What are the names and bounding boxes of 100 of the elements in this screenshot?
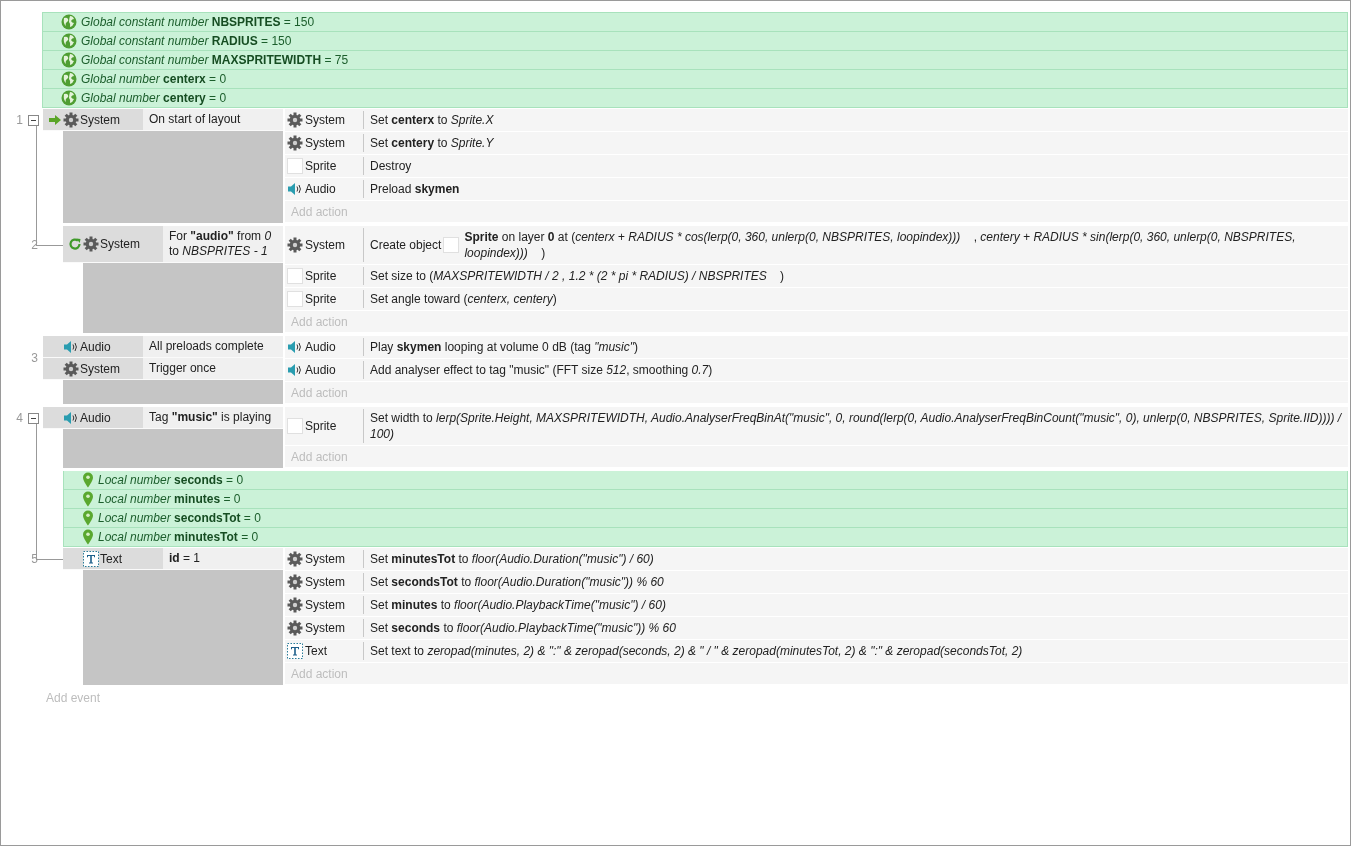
- action-row[interactable]: Sprite Set width to lerp(Sprite.Height, MAXSPRITEWIDTH, Audio.AnalyserFreqBinAt("music", 0, round(lerp(0, Audio.AnalyserFreqBinCount("music", 0), unlerp(0, NBSPRITES, Sprite.IID)))) / 100): [285, 407, 1348, 446]
- variable-text: Global number centery = 0: [81, 91, 227, 105]
- text-object-icon: [287, 643, 303, 659]
- global-variable-row[interactable]: Global number centery = 0: [42, 89, 1348, 108]
- action-text: Add analyser effect to tag "music" (FFT size 512, smoothing 0.7): [370, 362, 713, 378]
- globe-icon: [61, 14, 77, 30]
- object-name: System: [80, 112, 120, 127]
- event-number: 3: [31, 351, 39, 365]
- collapse-toggle[interactable]: [28, 114, 39, 126]
- condition-row[interactable]: Text id = 1: [63, 548, 283, 570]
- action-text: Sprite on layer 0 at (centerx + RADIUS * cos(lerp(0, 360, unlerp(0, NBSPRITES, loopindex))) , centery + RADIUS * sin(lerp(0, 360, unlerp(0, NBSPRITES, loopindex))) ): [464, 229, 1297, 261]
- speaker-icon: [287, 181, 303, 197]
- object-name: System: [305, 598, 345, 612]
- arrow-icon: [48, 113, 62, 126]
- action-row[interactable]: System Set seconds to floor(Audio.PlaybackTime("music")) % 60: [285, 617, 1348, 640]
- action-text: Play skymen looping at volume 0 dB (tag "music"): [370, 339, 638, 355]
- action-row[interactable]: System Set centerx to Sprite.X: [285, 109, 1348, 132]
- pin-icon: [82, 510, 94, 526]
- gear-icon: [287, 112, 303, 128]
- globe-icon: [61, 52, 77, 68]
- condition-row[interactable]: System For "audio" from 0 to NBSPRITES - 1: [63, 226, 283, 263]
- condition-row[interactable]: Audio Tag "music" is playing: [43, 407, 283, 429]
- variable-text: Global constant number NBSPRITES = 150: [81, 15, 315, 29]
- object-name: Text: [100, 551, 122, 566]
- action-row[interactable]: System Create object Sprite on layer 0 at (centerx + RADIUS * cos(lerp(0, 360, unlerp(0, NBSPRITES, loopindex))) , centery + RADIUS * sin(lerp(0, 360, unlerp(0, NBSPRITES, loopindex))) ): [285, 226, 1348, 265]
- pin-icon: [82, 491, 94, 507]
- global-variable-row[interactable]: Global constant number MAXSPRITEWIDTH = 75: [42, 51, 1348, 70]
- object-name: Audio: [305, 182, 336, 196]
- action-text: Set size to (MAXSPRITEWIDTH / 2 , 1.2 * (2 * pi * RADIUS) / NBSPRITES ): [370, 268, 785, 284]
- action-row[interactable]: Sprite Set angle toward (centerx, centery): [285, 288, 1348, 311]
- action-row[interactable]: System Set minutesTot to floor(Audio.Duration("music") / 60): [285, 548, 1348, 571]
- object-name: Sprite: [305, 292, 337, 306]
- condition-row[interactable]: System Trigger once: [43, 358, 283, 380]
- condition-row[interactable]: Audio All preloads complete: [43, 336, 283, 358]
- object-name: System: [305, 113, 345, 127]
- object-name: System: [305, 575, 345, 589]
- event-number: 1: [16, 113, 24, 127]
- global-variable-row[interactable]: Global constant number RADIUS = 150: [42, 32, 1348, 51]
- globe-icon: [61, 71, 77, 87]
- gear-icon: [287, 574, 303, 590]
- pin-icon: [82, 472, 94, 488]
- speaker-icon: [63, 338, 79, 355]
- object-name: Audio: [305, 340, 336, 354]
- condition-text: id = 1: [163, 548, 283, 569]
- gear-icon: [63, 360, 79, 377]
- sprite-icon: [443, 237, 460, 253]
- action-text: Destroy: [370, 158, 412, 174]
- object-name: Sprite: [305, 159, 337, 173]
- global-variable-row[interactable]: Global constant number NBSPRITES = 150: [42, 12, 1348, 32]
- action-row[interactable]: Audio Add analyser effect to tag "music" (FFT size 512, smoothing 0.7): [285, 359, 1348, 382]
- gear-icon: [287, 135, 303, 151]
- sprite-icon: [287, 158, 303, 174]
- gear-icon: [287, 237, 303, 253]
- local-variable-row[interactable]: Local number secondsTot = 0: [63, 509, 1348, 528]
- collapse-toggle[interactable]: [28, 412, 39, 424]
- action-row[interactable]: Audio Play skymen looping at volume 0 dB (tag "music"): [285, 336, 1348, 359]
- object-name: System: [100, 237, 140, 251]
- variable-text: Local number seconds = 0: [98, 473, 244, 487]
- globe-icon: [61, 33, 77, 49]
- condition-text: Trigger once: [143, 358, 283, 379]
- local-variable-row[interactable]: Local number minutes = 0: [63, 490, 1348, 509]
- action-row[interactable]: System Set minutes to floor(Audio.PlaybackTime("music") / 60): [285, 594, 1348, 617]
- gear-icon: [83, 236, 99, 252]
- action-text: Set width to lerp(Sprite.Height, MAXSPRITEWIDTH, Audio.AnalyserFreqBinAt("music", 0, round(lerp(0, Audio.AnalyserFreqBinCount("music", 0), unlerp(0, NBSPRITES, Sprite.IID)))) / 100): [370, 410, 1342, 442]
- condition-text: All preloads complete: [143, 336, 283, 357]
- action-text: Set seconds to floor(Audio.PlaybackTime("music")) % 60: [370, 620, 676, 636]
- pin-icon: [82, 529, 94, 545]
- action-text: Set minutes to floor(Audio.PlaybackTime("music") / 60): [370, 597, 666, 613]
- variable-text: Global constant number MAXSPRITEWIDTH = 75: [81, 53, 349, 67]
- speaker-icon: [63, 409, 79, 426]
- speaker-icon: [287, 339, 303, 355]
- action-text: Preload skymen: [370, 181, 460, 197]
- object-name: System: [305, 552, 345, 566]
- gear-icon: [287, 597, 303, 613]
- sprite-icon: [287, 418, 303, 434]
- object-name: Audio: [80, 339, 111, 354]
- condition-row[interactable]: System On start of layout: [43, 109, 283, 131]
- gear-icon: [287, 551, 303, 567]
- condition-text: Tag "music" is playing: [143, 407, 283, 428]
- action-row[interactable]: Sprite Set size to (MAXSPRITEWIDTH / 2 , 1.2 * (2 * pi * RADIUS) / NBSPRITES ): [285, 265, 1348, 288]
- local-variable-row[interactable]: Local number minutesTot = 0: [63, 528, 1348, 547]
- object-name: Audio: [80, 410, 111, 425]
- action-row[interactable]: System Set centery to Sprite.Y: [285, 132, 1348, 155]
- event-number: 4: [16, 411, 24, 425]
- action-text: Set centery to Sprite.Y: [370, 135, 494, 151]
- object-name: System: [305, 621, 345, 635]
- object-name: System: [80, 361, 120, 376]
- object-name: Sprite: [305, 419, 337, 433]
- condition-text: For "audio" from 0 to NBSPRITES - 1: [163, 226, 283, 262]
- object-name: System: [305, 136, 345, 150]
- variable-text: Local number minutesTot = 0: [98, 530, 259, 544]
- action-row[interactable]: Sprite Destroy: [285, 155, 1348, 178]
- local-variable-row[interactable]: Local number seconds = 0: [63, 471, 1348, 490]
- action-row[interactable]: Audio Preload skymen: [285, 178, 1348, 201]
- global-variable-row[interactable]: Global number centerx = 0: [42, 70, 1348, 89]
- text-object-icon: [83, 550, 99, 567]
- gear-icon: [287, 620, 303, 636]
- action-row[interactable]: Text Set text to zeropad(minutes, 2) & ":" & zeropad(seconds, 2) & " / " & zeropad(minutesTot, 2) & ":" & zeropad(secondsTot, 2): [285, 640, 1348, 663]
- action-row[interactable]: System Set secondsTot to floor(Audio.Duration("music")) % 60: [285, 571, 1348, 594]
- object-name: Sprite: [305, 269, 337, 283]
